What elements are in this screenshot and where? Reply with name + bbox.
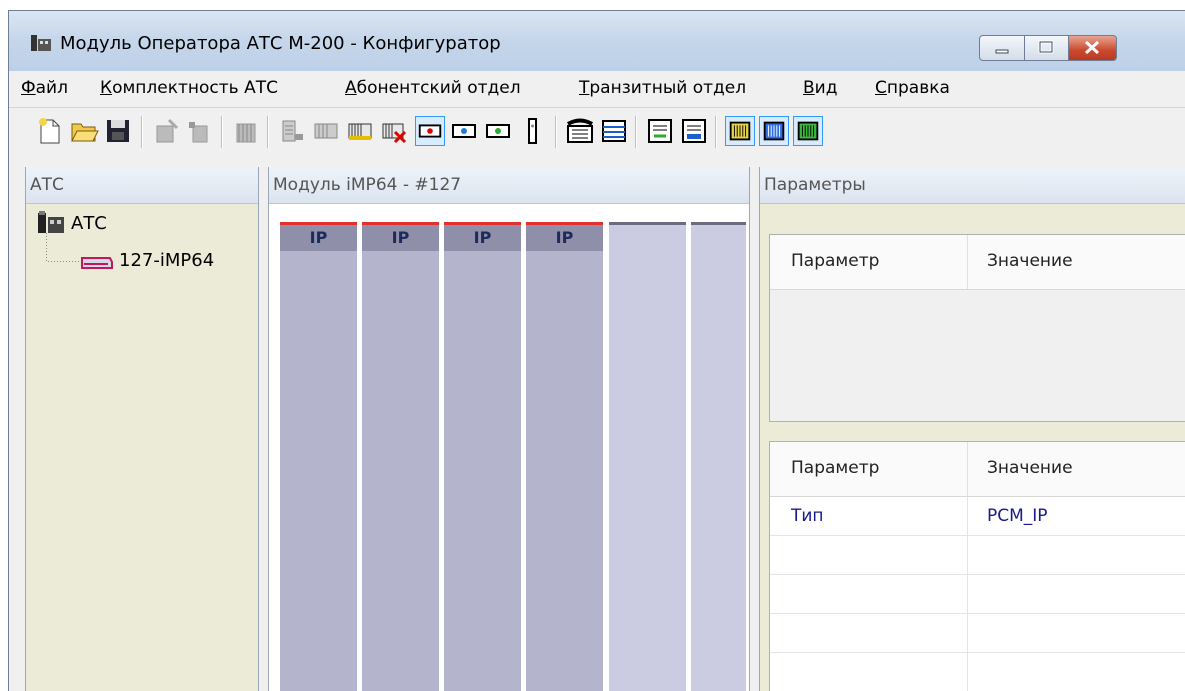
phone-icon[interactable] (565, 116, 595, 146)
slot-label: IP (280, 225, 357, 251)
menu-equipment[interactable]: Комплектность АТС (100, 78, 278, 98)
table-row[interactable] (770, 614, 1185, 653)
tree-node-station[interactable]: АТС (71, 213, 107, 234)
slot-indicator (691, 222, 746, 225)
menu-bar: Файл Комплектность АТС Абонентский отдел… (9, 71, 1185, 108)
tree-panel-header: АТС (26, 167, 258, 204)
minimize-icon (995, 49, 1009, 54)
module-slots: IP IP IP IP (269, 204, 749, 691)
toolbar-separator (715, 116, 717, 148)
edit-board-icon[interactable] (345, 116, 375, 146)
new-icon[interactable] (35, 116, 65, 146)
add-station-icon[interactable] (151, 116, 181, 146)
view-blue-icon[interactable] (759, 116, 789, 146)
params-panel: Параметры Параметр Значение Параметр Зна… (759, 167, 1185, 691)
table-row[interactable] (770, 653, 1185, 691)
column-value[interactable]: Значение (987, 458, 1073, 478)
slot-label: IP (362, 225, 439, 251)
params-bottom-grid[interactable]: Параметр Значение Тип PCM_IP (769, 441, 1185, 691)
open-icon[interactable] (69, 116, 99, 146)
menu-view[interactable]: Вид (803, 78, 837, 98)
tree-connector (46, 233, 80, 262)
close-icon (1084, 40, 1100, 55)
grid-header: Параметр Значение (770, 442, 1185, 497)
table-row[interactable] (770, 575, 1185, 614)
slot-label: IP (444, 225, 521, 251)
toolbar-separator (555, 116, 557, 148)
delete-board-icon[interactable] (379, 116, 409, 146)
module-slot[interactable] (691, 222, 746, 691)
table-row[interactable] (770, 536, 1185, 575)
module-icon (81, 257, 113, 269)
menu-transit-dept[interactable]: Транзитный отдел (579, 78, 746, 98)
table-row[interactable]: Тип PCM_IP (770, 497, 1185, 536)
app-icon (31, 35, 51, 51)
station-tree[interactable]: АТС 127-iMP64 (26, 204, 258, 691)
column-parameter[interactable]: Параметр (791, 458, 879, 478)
module-panel: Модуль iMP64 - #127 IP IP IP IP (268, 167, 750, 691)
export-icon[interactable] (679, 116, 709, 146)
params-body: Параметр Значение Параметр Значение Тип … (760, 204, 1185, 691)
import-icon[interactable] (645, 116, 675, 146)
port-blue-icon[interactable] (449, 116, 479, 146)
tree-node-module[interactable]: 127-iMP64 (119, 250, 214, 271)
window-title: Модуль Оператора АТС М-200 - Конфигурато… (60, 33, 501, 54)
station-icon (38, 211, 64, 233)
module-slot[interactable] (609, 222, 686, 691)
param-name: Тип (791, 506, 824, 526)
menu-file[interactable]: Файл (21, 78, 68, 98)
save-icon[interactable] (103, 116, 133, 146)
tree-panel: АТС АТС 127-iMP64 (25, 167, 259, 691)
maximize-icon (1038, 40, 1054, 54)
column-value[interactable]: Значение (987, 251, 1073, 271)
minimize-button[interactable] (979, 35, 1025, 61)
params-top-grid[interactable]: Параметр Значение (769, 234, 1185, 422)
port-green-icon[interactable] (483, 116, 513, 146)
maximize-button[interactable] (1025, 35, 1069, 61)
port-vertical-icon[interactable] (517, 116, 547, 146)
params-panel-header: Параметры (760, 167, 1185, 204)
grid-header: Параметр Значение (770, 235, 1185, 290)
menu-subscriber-dept[interactable]: Абонентский отдел (345, 78, 521, 98)
module-slot[interactable]: IP (362, 222, 439, 691)
param-value: PCM_IP (987, 506, 1048, 526)
toolbar (9, 108, 1185, 158)
toolbar-separator (635, 116, 637, 148)
toolbar-separator (267, 116, 269, 148)
view-green-icon[interactable] (793, 116, 823, 146)
module-slot[interactable]: IP (526, 222, 603, 691)
menu-help[interactable]: Справка (875, 78, 950, 98)
module-slot[interactable]: IP (444, 222, 521, 691)
add-board-icon[interactable] (277, 116, 307, 146)
module-slot[interactable]: IP (280, 222, 357, 691)
add-module-icon[interactable] (231, 116, 261, 146)
toolbar-separator (221, 116, 223, 148)
remove-board-icon[interactable] (311, 116, 341, 146)
module-panel-header: Модуль iMP64 - #127 (269, 167, 749, 204)
list-icon[interactable] (599, 116, 629, 146)
column-parameter[interactable]: Параметр (791, 251, 879, 271)
remove-station-icon[interactable] (185, 116, 215, 146)
slot-label: IP (526, 225, 603, 251)
port-red-icon[interactable] (415, 116, 445, 146)
app-window: Модуль Оператора АТС М-200 - Конфигурато… (8, 10, 1185, 691)
slot-indicator (609, 222, 686, 225)
toolbar-separator (141, 116, 143, 148)
close-button[interactable] (1069, 35, 1117, 61)
title-bar[interactable]: Модуль Оператора АТС М-200 - Конфигурато… (9, 11, 1185, 71)
view-yellow-icon[interactable] (725, 116, 755, 146)
